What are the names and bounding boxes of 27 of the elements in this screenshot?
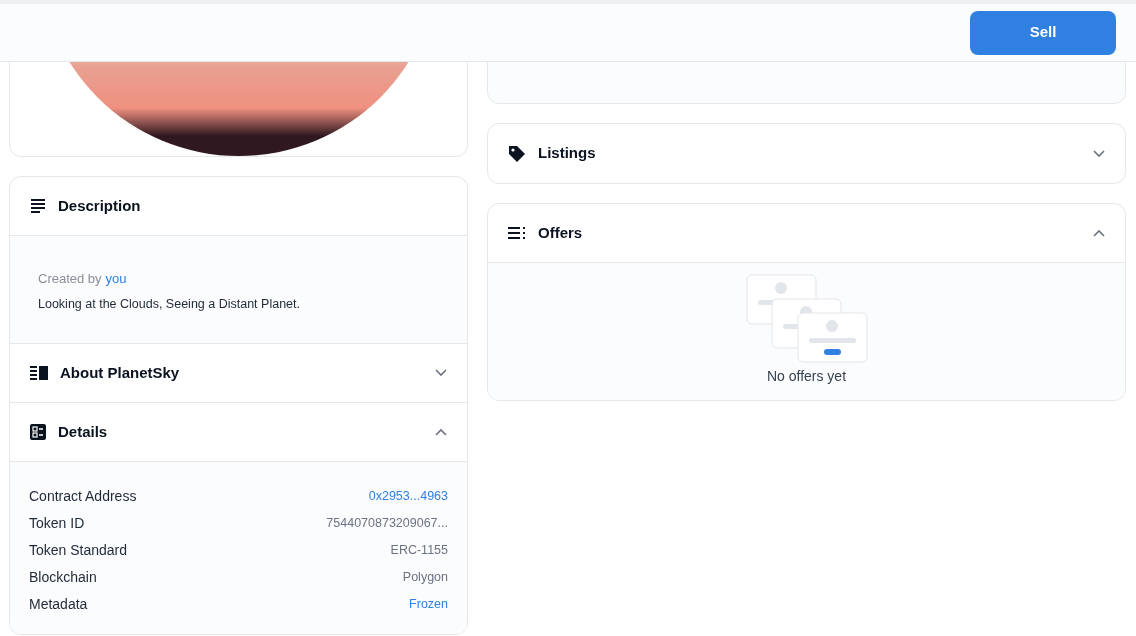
section-header[interactable]: About PlanetSky: [10, 344, 467, 404]
text-lines-icon: [30, 199, 46, 213]
chevron-up-icon: [435, 428, 447, 437]
detail-label: Blockchain: [29, 568, 97, 588]
empty-message: No offers yet: [766, 367, 847, 386]
creator-link[interactable]: you: [105, 269, 127, 289]
detail-value: Polygon: [402, 569, 448, 587]
detail-label: Token ID: [29, 514, 85, 534]
created-by-label: Created by: [38, 270, 102, 288]
detail-label: Metadata: [29, 595, 88, 615]
list-panel-icon: [30, 366, 48, 381]
tag-icon: [508, 144, 526, 163]
chevron-down-icon: [1093, 149, 1105, 158]
section-title: Description: [58, 195, 141, 216]
chevron-down-icon: [435, 369, 447, 378]
section-header[interactable]: Listings: [488, 124, 1125, 183]
detail-value: ERC-1155: [390, 542, 448, 560]
chevron-up-icon: [1093, 229, 1105, 237]
detail-link[interactable]: Frozen: [409, 595, 448, 615]
detail-value: 7544070873209067...: [326, 515, 448, 533]
sell-button[interactable]: Sell: [970, 10, 1116, 55]
grid-list-icon: [30, 424, 46, 441]
detail-label: Contract Address: [29, 487, 137, 507]
description-text: Looking at the Clouds, Seeing a Distant Planet.: [38, 295, 301, 313]
detail-link[interactable]: 0x2953...4963: [368, 487, 448, 507]
detail-label: Token Standard: [29, 541, 128, 561]
list-icon: [508, 227, 526, 239]
